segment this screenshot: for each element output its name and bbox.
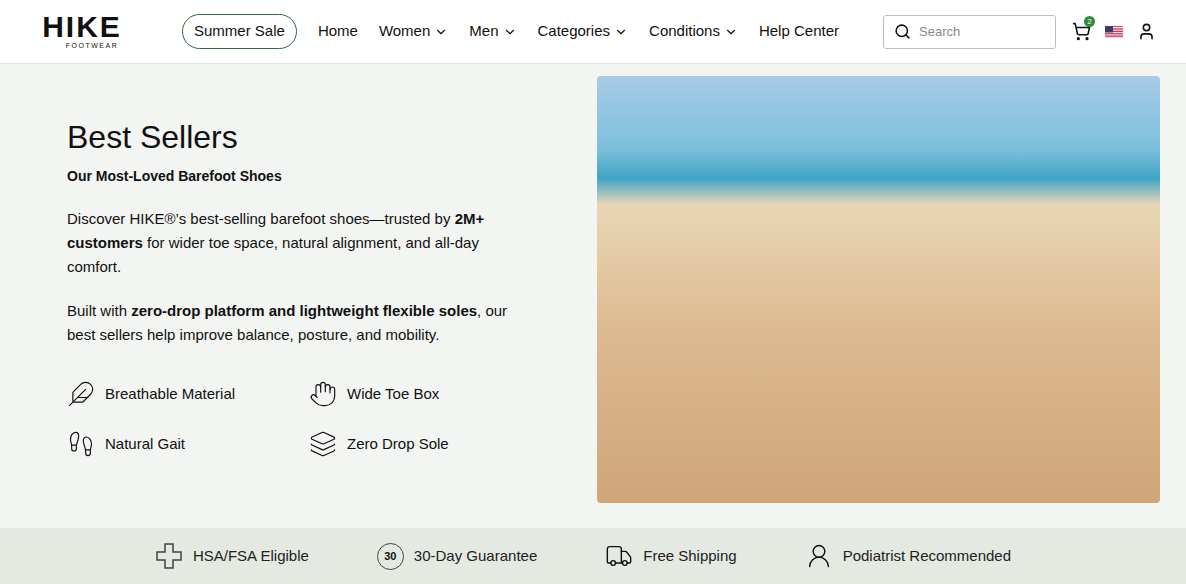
feature-grid: Breathable MaterialWide Toe BoxNatural G… — [67, 379, 520, 459]
hero-paragraph: Discover HIKE®’s best-selling barefoot s… — [67, 207, 529, 279]
feature-icon — [309, 430, 337, 458]
truck-icon — [605, 542, 633, 570]
nav-item[interactable]: Home — [318, 20, 358, 43]
feature-item: Breathable Material — [67, 379, 309, 409]
logo[interactable]: HIKEFOOTWEAR — [30, 13, 134, 50]
thirty-day-icon: 30 — [377, 543, 404, 570]
nav-item[interactable]: Women — [379, 20, 448, 43]
feature-icon — [309, 380, 337, 408]
search-field[interactable]: Search — [883, 15, 1056, 49]
chevron-down-icon — [614, 25, 628, 39]
benefit-item: Free Shipping — [605, 542, 736, 570]
header: HIKEFOOTWEAR Summer Sale Home Women Men Categ… — [0, 0, 1186, 64]
cart-button[interactable]: 2 — [1072, 22, 1091, 41]
benefit-item: HSA/FSA Eligible — [155, 542, 309, 570]
hero-paragraph: Built with zero-drop platform and lightw… — [67, 299, 529, 347]
account-icon[interactable] — [1137, 22, 1156, 41]
medical-cross-icon — [155, 542, 183, 570]
nav-item[interactable]: Men — [469, 20, 516, 43]
benefit-item: Podiatrist Recommended — [805, 542, 1011, 570]
chevron-down-icon — [434, 25, 448, 39]
page: HIKEFOOTWEAR Summer Sale Home Women Men Categ… — [0, 0, 1186, 584]
feature-icon — [67, 380, 95, 408]
search-icon — [894, 23, 911, 40]
feature-icon — [67, 430, 95, 458]
hero-title: Best Sellers — [67, 118, 520, 156]
chevron-down-icon — [724, 25, 738, 39]
hero-subtitle: Our Most-Loved Barefoot Shoes — [67, 166, 520, 187]
hero-photo — [597, 76, 1160, 503]
cart-badge: 2 — [1084, 16, 1095, 27]
sale-pill[interactable]: Summer Sale — [182, 14, 297, 49]
nav-item[interactable]: Help Center — [759, 20, 839, 43]
us-flag-icon[interactable] — [1105, 26, 1123, 38]
feature-item: Natural Gait — [67, 429, 309, 459]
hero-text: Best Sellers Our Most-Loved Barefoot Shoe… — [0, 76, 530, 528]
feature-item: Zero Drop Sole — [309, 429, 529, 459]
hero: Best Sellers Our Most-Loved Barefoot Shoe… — [0, 64, 1186, 528]
benefits-strip: HSA/FSA Eligible 3030-Day Guarantee Free S… — [0, 528, 1186, 584]
main-nav: Summer Sale Home Women Men Categories Conditi… — [182, 14, 839, 49]
feature-item: Wide Toe Box — [309, 379, 529, 409]
podiatrist-icon — [805, 542, 833, 570]
chevron-down-icon — [503, 25, 517, 39]
nav-item[interactable]: Conditions — [649, 20, 738, 43]
nav-item[interactable]: Categories — [538, 20, 629, 43]
benefit-item: 3030-Day Guarantee — [377, 543, 537, 570]
